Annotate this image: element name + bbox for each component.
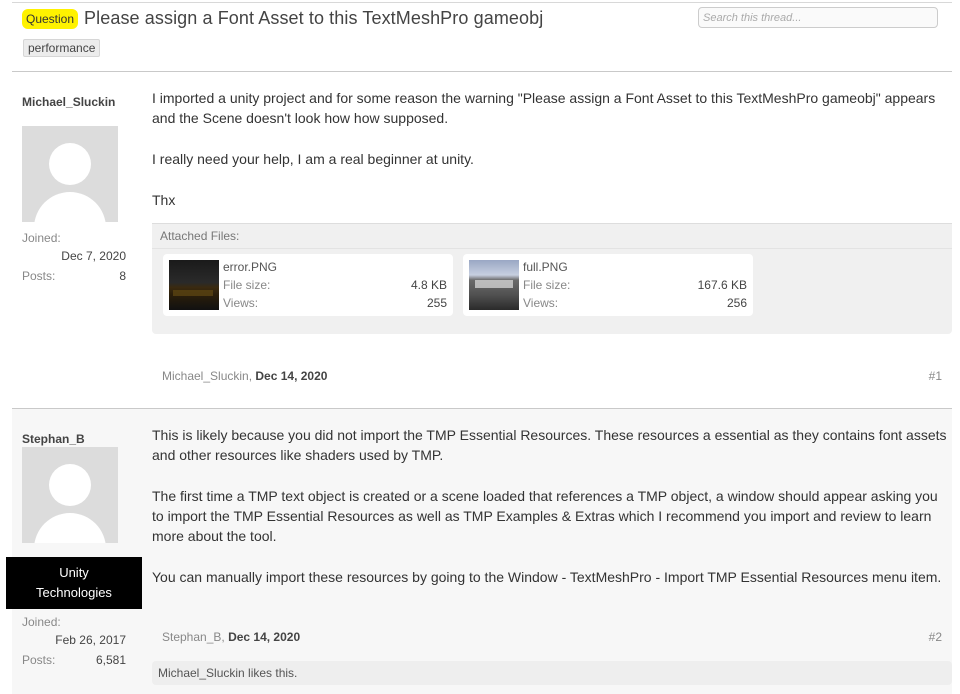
avatar[interactable] [22, 126, 118, 222]
avatar-body-shape [34, 513, 106, 543]
message-paragraph: Thx [152, 192, 176, 208]
message-paragraph: I really need your help, I am a real beg… [152, 151, 474, 167]
staff-banner-line: Unity [59, 565, 89, 580]
byline-author[interactable]: Stephan_B [162, 630, 221, 644]
post-date[interactable]: Dec 14, 2020 [255, 369, 327, 383]
attached-files-box: Attached Files: error.PNG File size: 4.8… [152, 223, 952, 334]
top-divider [12, 2, 952, 3]
file-size-label: File size: [523, 278, 571, 292]
post-byline: Stephan_B, Dec 14, 2020 [162, 630, 301, 644]
staff-banner-line: Technologies [36, 585, 112, 600]
attachment-thumbnail[interactable] [169, 260, 219, 310]
attachment-filename[interactable]: error.PNG [223, 260, 277, 274]
file-size-value: 4.8 KB [410, 278, 447, 292]
attachment-filename[interactable]: full.PNG [523, 260, 568, 274]
joined-label: Joined: [22, 615, 61, 629]
search-thread-input[interactable] [698, 7, 938, 28]
joined-date: Dec 7, 2020 [61, 249, 126, 263]
post-count[interactable]: 8 [26, 269, 126, 283]
joined-date: Feb 26, 2017 [55, 633, 126, 647]
attachment-card[interactable]: full.PNG File size: 167.6 KB Views: 256 [463, 254, 753, 316]
post-message: I imported a unity project and for some … [152, 88, 952, 231]
message-paragraph: You can manually import these resources … [152, 569, 942, 585]
joined-label: Joined: [22, 231, 61, 245]
likes-summary[interactable]: Michael_Sluckin likes this. [152, 661, 952, 685]
post-byline: Michael_Sluckin, Dec 14, 2020 [162, 369, 328, 383]
avatar[interactable] [22, 447, 118, 543]
views-label: Views: [523, 296, 559, 310]
avatar-body-shape [34, 192, 106, 222]
post-permalink-number[interactable]: #1 [929, 369, 942, 383]
views-value: 255 [426, 296, 447, 310]
attached-files-header: Attached Files: [152, 224, 952, 249]
file-size-label: File size: [223, 278, 271, 292]
file-size-value: 167.6 KB [697, 278, 747, 292]
avatar-head-shape [49, 464, 91, 506]
byline-author[interactable]: Michael_Sluckin [162, 369, 249, 383]
views-value: 256 [726, 296, 747, 310]
post-permalink-number[interactable]: #2 [929, 630, 942, 644]
post-author-username[interactable]: Stephan_B [22, 431, 126, 447]
post-date[interactable]: Dec 14, 2020 [228, 630, 300, 644]
tag-performance[interactable]: performance [23, 39, 101, 57]
thread-header: Question Please assign a Font Asset to t… [22, 8, 543, 29]
attachment-card[interactable]: error.PNG File size: 4.8 KB Views: 255 [163, 254, 453, 316]
staff-banner: Unity Technologies [6, 557, 142, 609]
question-prefix-badge[interactable]: Question [22, 8, 79, 29]
thread-title: Please assign a Font Asset to this TextM… [84, 8, 544, 28]
post-count[interactable]: 6,581 [26, 653, 126, 667]
message-paragraph: The first time a TMP text object is crea… [152, 488, 938, 544]
post-author-username[interactable]: Michael_Sluckin [22, 94, 126, 110]
views-label: Views: [223, 296, 259, 310]
post-1: Michael_Sluckin Joined: Dec 7, 2020 Post… [12, 72, 952, 408]
post-2: Stephan_B Unity Technologies Joined: Feb… [6, 409, 952, 694]
message-paragraph: This is likely because you did not impor… [152, 427, 947, 463]
post-message: This is likely because you did not impor… [152, 425, 952, 608]
attachment-thumbnail[interactable] [469, 260, 519, 310]
message-paragraph: I imported a unity project and for some … [152, 90, 936, 126]
avatar-head-shape [49, 143, 91, 185]
